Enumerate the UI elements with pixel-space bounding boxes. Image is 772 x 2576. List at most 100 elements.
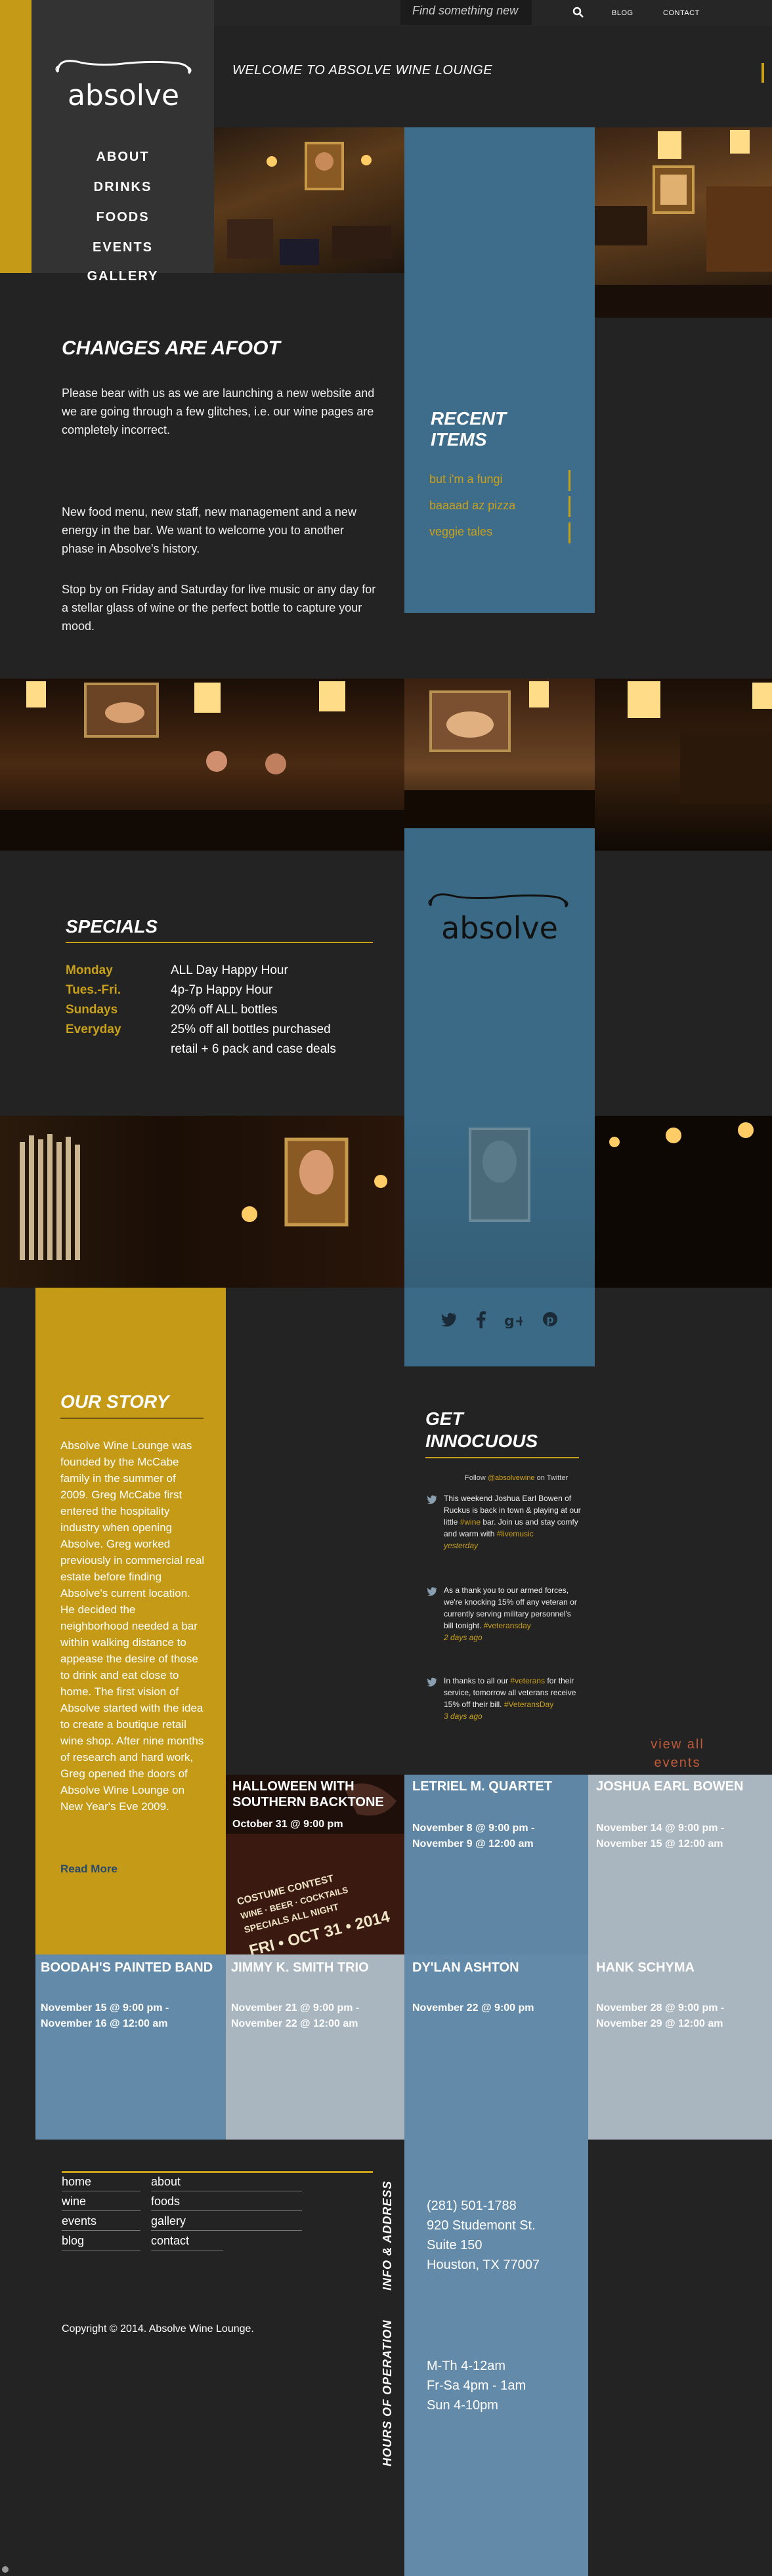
- footer-link-blog[interactable]: blog: [62, 2234, 84, 2248]
- event-date-start: November 22 @ 9:00 pm: [412, 2002, 534, 2014]
- event-title: BOODAH'S PAINTED BAND: [41, 1960, 213, 1975]
- recent-item-3[interactable]: veggie tales: [429, 525, 492, 539]
- facebook-icon[interactable]: [477, 1311, 486, 1332]
- wide-photo-2b: [595, 1116, 772, 1288]
- event-date-end: November 16 @ 12:00 am: [41, 2018, 168, 2029]
- nav-gallery[interactable]: GALLERY: [32, 269, 214, 284]
- google-plus-icon[interactable]: g+: [504, 1311, 526, 1332]
- footer-link-events[interactable]: events: [62, 2214, 96, 2228]
- copyright: Copyright © 2014. Absolve Wine Lounge.: [62, 2323, 254, 2334]
- tweet-1: This weekend Joshua Earl Bowen of Ruckus…: [444, 1492, 582, 1552]
- info-address-label: INFO & ADDRESS: [381, 2180, 394, 2291]
- logo-dark[interactable]: absolve: [418, 886, 582, 952]
- tweet-1-time[interactable]: yesterday: [444, 1541, 478, 1550]
- recent-items-panel: [404, 127, 595, 613]
- event-card-letriel[interactable]: LETRIEL M. QUARTET November 8 @ 9:00 pm …: [404, 1775, 588, 1954]
- search-icon[interactable]: [572, 7, 584, 18]
- recent-tick-3: [568, 522, 570, 543]
- event-card-dylan[interactable]: DY'LAN ASHTON November 22 @ 9:00 pm: [404, 1954, 588, 2140]
- view-all-events-link[interactable]: view all events: [638, 1735, 717, 1772]
- nav-events[interactable]: EVENTS: [32, 240, 214, 255]
- tweet-3-text: In thanks to all our: [444, 1676, 511, 1685]
- event-title: DY'LAN ASHTON: [412, 1960, 519, 1975]
- event-date-start: November 28 @ 9:00 pm -: [596, 2002, 725, 2014]
- event-card-boodah[interactable]: BOODAH'S PAINTED BAND November 15 @ 9:00…: [35, 1954, 226, 2140]
- footer-link-gallery[interactable]: gallery: [151, 2214, 186, 2228]
- event-date-end: November 29 @ 12:00 am: [596, 2018, 723, 2029]
- tweet-1-tag[interactable]: #wine: [460, 1517, 481, 1527]
- blog-link[interactable]: BLOG: [612, 9, 633, 17]
- page: Find something new BLOG CONTACT absolve …: [0, 0, 772, 2576]
- event-date-start: November 14 @ 9:00 pm -: [596, 1823, 725, 1834]
- twitter-heading-line1: GET: [425, 1408, 463, 1429]
- view-all-line2: events: [654, 1756, 701, 1770]
- wide-photo-1b: [595, 679, 772, 851]
- tweet-2: As a thank you to our armed forces, we'r…: [444, 1584, 582, 1643]
- tweet-2-time[interactable]: 2 days ago: [444, 1633, 482, 1642]
- welcome-text: WELCOME TO ABSOLVE WINE LOUNGE: [232, 63, 493, 77]
- recent-item-1[interactable]: but i'm a fungi: [429, 473, 503, 486]
- recent-item-2[interactable]: baaaad az pizza: [429, 499, 515, 513]
- footer-divider: [62, 2230, 140, 2231]
- twitter-heading-line2: INNOCUOUS: [425, 1431, 538, 1451]
- read-more-link[interactable]: Read More: [60, 1863, 118, 1876]
- footer-divider: [151, 2210, 302, 2211]
- gold-tick: [761, 63, 764, 83]
- event-date-start: November 21 @ 9:00 pm -: [231, 2002, 360, 2014]
- recent-heading-line2: ITEMS: [431, 429, 487, 450]
- footer-link-foods[interactable]: foods: [151, 2195, 180, 2208]
- svg-text:g+: g+: [504, 1313, 523, 1328]
- social-photo-overlay: [404, 1116, 595, 1288]
- special-day-monday: Monday: [66, 963, 113, 977]
- view-all-line1: view all: [651, 1737, 704, 1752]
- footer-divider: [151, 2230, 302, 2231]
- event-date-end: November 22 @ 12:00 am: [231, 2018, 358, 2029]
- footer-link-about[interactable]: about: [151, 2175, 181, 2189]
- footer-link-contact[interactable]: contact: [151, 2234, 189, 2248]
- event-date-end: November 15 @ 12:00 am: [596, 1838, 723, 1849]
- search-input[interactable]: Find something new: [400, 0, 532, 25]
- logo[interactable]: absolve: [45, 53, 202, 118]
- twitter-follow: Follow @absolvewine on Twitter: [465, 1474, 568, 1482]
- tweet-bird-icon-3: [427, 1678, 437, 1690]
- address-street: 920 Studemont St.: [427, 2218, 536, 2233]
- intro-paragraph-3: Stop by on Friday and Saturday for live …: [62, 583, 376, 633]
- intro-heading: CHANGES ARE AFOOT: [62, 337, 280, 359]
- event-date-end: November 9 @ 12:00 am: [412, 1838, 534, 1849]
- event-card-hank[interactable]: HANK SCHYMA November 28 @ 9:00 pm - Nove…: [588, 1954, 772, 2140]
- event-card-jimmy[interactable]: JIMMY K. SMITH TRIO November 21 @ 9:00 p…: [226, 1954, 404, 2140]
- event-card-halloween[interactable]: COSTUME CONTEST WINE · BEER · COCKTAILS …: [226, 1775, 404, 1954]
- logo-dark-text: absolve: [441, 910, 558, 946]
- tweet-3-tag2[interactable]: #VeteransDay: [504, 1700, 553, 1709]
- special-desc-tuesfri: 4p-7p Happy Hour: [171, 983, 273, 997]
- nav-drinks[interactable]: DRINKS: [32, 180, 214, 195]
- intro-paragraph-2: New food menu, new staff, new management…: [62, 505, 356, 555]
- hours-label: HOURS OF OPERATION: [381, 2319, 394, 2466]
- nav-foods[interactable]: FOODS: [32, 210, 214, 225]
- footer-link-wine[interactable]: wine: [62, 2195, 86, 2208]
- twitter-icon[interactable]: [441, 1313, 457, 1330]
- hero-photo-lounge: [214, 127, 404, 273]
- tweet-2-tag[interactable]: #veteransday: [484, 1621, 531, 1630]
- nav-about[interactable]: ABOUT: [32, 150, 214, 165]
- footer-divider: [62, 2210, 140, 2211]
- admin-icon[interactable]: [1, 2565, 9, 2573]
- event-date-start: November 8 @ 9:00 pm -: [412, 1823, 535, 1834]
- nav-panel: [32, 0, 214, 273]
- tweet-3-tag[interactable]: #veterans: [510, 1676, 545, 1685]
- pinterest-icon[interactable]: p: [542, 1311, 558, 1330]
- special-desc-extra: retail + 6 pack and case deals: [171, 1042, 336, 1056]
- contact-link[interactable]: CONTACT: [663, 9, 700, 17]
- phone[interactable]: (281) 501-1788: [427, 2196, 517, 2216]
- tweet-3-time[interactable]: 3 days ago: [444, 1712, 482, 1721]
- tweet-bird-icon-2: [427, 1587, 437, 1599]
- tweet-1-tag2[interactable]: #livemusic: [497, 1529, 534, 1538]
- special-desc-everyday: 25% off all bottles purchased: [171, 1023, 331, 1036]
- hours-frsa: Fr-Sa 4pm - 1am: [427, 2378, 526, 2393]
- specials-heading: SPECIALS: [66, 916, 158, 937]
- footer-gold-rule: [62, 2171, 373, 2173]
- wide-photo-1a: [0, 679, 404, 851]
- event-card-joshua[interactable]: JOSHUA EARL BOWEN November 14 @ 9:00 pm …: [588, 1775, 772, 1954]
- follow-handle[interactable]: @absolvewine: [488, 1474, 535, 1482]
- footer-link-home[interactable]: home: [62, 2175, 91, 2189]
